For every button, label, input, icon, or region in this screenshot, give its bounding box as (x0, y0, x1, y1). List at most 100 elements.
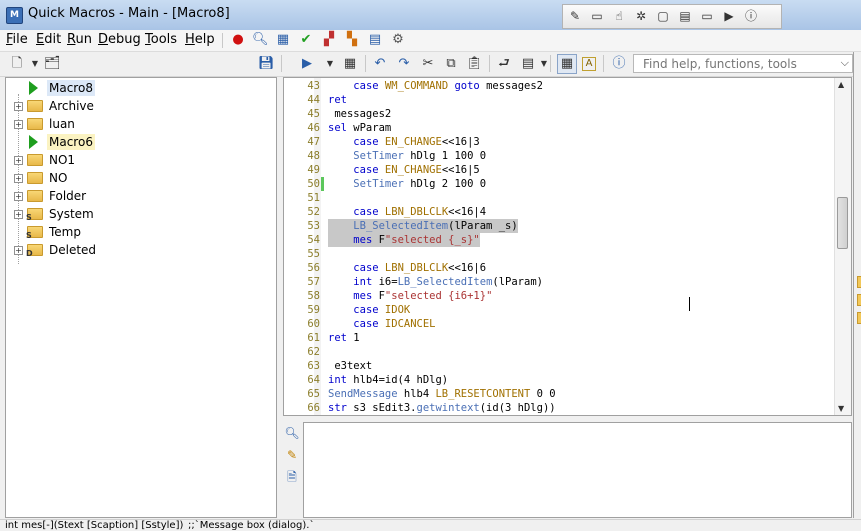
chevron-down-icon[interactable]: ▼ (27, 56, 43, 72)
properties-icon[interactable]: ▚ (344, 32, 360, 48)
save-icon[interactable]: 💾︎ (258, 56, 275, 72)
code-line[interactable]: 64 int hlb4=id(4 hDlg) (284, 373, 832, 387)
expand-icon[interactable]: + (14, 174, 23, 183)
keyboard-icon[interactable]: ▭ (589, 8, 605, 24)
tree-item-deleted[interactable]: + D Deleted (6, 241, 276, 259)
tree-item-macro8[interactable]: Macro8 (6, 79, 276, 97)
run-icon[interactable]: ▶ (721, 8, 737, 24)
calendar-icon[interactable]: ▦ (275, 32, 291, 48)
code-line[interactable]: 57 int i6=LB_SelectedItem(lParam) (284, 275, 832, 289)
redo-icon[interactable]: ↷ (396, 56, 412, 72)
menu-run[interactable]: Run (67, 32, 92, 48)
find-icon[interactable]: 🔍︎ (252, 32, 269, 48)
tree-item-system[interactable]: + S System (6, 205, 276, 223)
cut-icon[interactable]: ✂ (420, 56, 436, 72)
info-icon[interactable]: ⓘ (743, 8, 759, 24)
tree-item-luan[interactable]: + luan (6, 115, 276, 133)
code-line[interactable]: 60 case IDCANCEL (284, 317, 832, 331)
expand-icon[interactable]: + (14, 246, 23, 255)
find-icon[interactable]: 🔍︎ (284, 425, 300, 441)
help-document-icon[interactable]: 🗎 (284, 469, 300, 485)
wait-icon[interactable]: ✲ (633, 8, 649, 24)
code-line[interactable]: 66 str s3 sEdit3.getwintext(id(3 hDlg)) (284, 401, 832, 415)
mouse-icon[interactable]: ✎ (567, 8, 583, 24)
code-line[interactable]: 44 ret (284, 93, 832, 107)
properties-icon[interactable]: 🗂 (44, 56, 61, 72)
code-line[interactable]: 62 (284, 345, 832, 359)
check-icon[interactable]: ✔ (298, 32, 314, 48)
code-line[interactable]: 45 messages2 (284, 107, 832, 121)
editor-scrollbar[interactable]: ▲ ▼ (834, 78, 851, 415)
code-line[interactable]: 49 case EN_CHANGE<<16|5 (284, 163, 832, 177)
menu-file[interactable]: File (6, 32, 28, 48)
indent-icon[interactable]: ▤ (520, 56, 536, 72)
expand-icon[interactable]: + (14, 192, 23, 201)
macro-tree[interactable]: Macro8 + Archive + luan Macro6 + NO1 + NO + Folder +… (5, 77, 277, 518)
tree-item-label: Macro8 (47, 80, 95, 96)
expand-icon[interactable]: + (14, 120, 23, 129)
options-icon[interactable]: ▤ (367, 32, 383, 48)
chevron-down-icon[interactable]: ⌵ (841, 56, 849, 70)
code-line[interactable]: 46 sel wParam (284, 121, 832, 135)
record-macro-icon[interactable]: ▦ (342, 56, 358, 72)
code-line[interactable]: 53 LB_SelectedItem(lParam _s) (284, 219, 832, 233)
tips-icon[interactable]: ✎ (284, 447, 300, 463)
window-icon[interactable]: ▢ (655, 8, 671, 24)
expand-icon[interactable]: + (14, 156, 23, 165)
components-icon[interactable]: ▞ (321, 32, 337, 48)
tree-item-label: Macro6 (47, 134, 95, 150)
hand-icon[interactable]: ☝ (611, 8, 627, 24)
code-line[interactable]: 51 (284, 191, 832, 205)
expand-icon[interactable]: + (14, 210, 23, 219)
code-text: e3text (328, 360, 373, 372)
tree-item-macro6[interactable]: Macro6 (6, 133, 276, 151)
scroll-down-icon[interactable]: ▼ (838, 404, 844, 413)
menu-edit[interactable]: Edit (36, 32, 61, 48)
undo-icon[interactable]: ↶ (372, 56, 388, 72)
line-number: 46 (307, 122, 320, 134)
tree-item-temp[interactable]: S Temp (6, 223, 276, 241)
text-icon[interactable]: ▭ (699, 8, 715, 24)
help-search-box[interactable]: ⌵ (633, 54, 853, 73)
code-line[interactable]: 47 case EN_CHANGE<<16|3 (284, 135, 832, 149)
code-line[interactable]: 56 case LBN_DBLCLK<<16|6 (284, 261, 832, 275)
text-style-icon[interactable]: A (582, 57, 596, 71)
code-line[interactable]: 63 e3text (284, 359, 832, 373)
code-line[interactable]: 61 ret 1 (284, 331, 832, 345)
copy-icon[interactable]: ⧉ (443, 56, 459, 72)
code-line[interactable]: 55 (284, 247, 832, 261)
code-line[interactable]: 54 mes F"selected {_s}" (284, 233, 832, 247)
code-line[interactable]: 52 case LBN_DBLCLK<<16|4 (284, 205, 832, 219)
record-icon[interactable]: ● (230, 32, 246, 48)
output-panel[interactable] (303, 422, 852, 518)
gear-clock-icon[interactable]: ⚙ (390, 32, 406, 48)
code-line[interactable]: 58 mes F"selected {i6+1}" (284, 289, 832, 303)
menu-help[interactable]: Help (185, 32, 215, 48)
dialog-icon[interactable]: ▦ (559, 56, 575, 72)
run-dropdown-icon[interactable]: ▼ (322, 56, 338, 72)
expand-icon[interactable]: + (14, 102, 23, 111)
scroll-thumb[interactable] (837, 197, 848, 249)
tree-item-no1[interactable]: + NO1 (6, 151, 276, 169)
code-line[interactable]: 43 case WM_COMMAND goto messages2 (284, 79, 832, 93)
code-line[interactable]: 48 SetTimer hDlg 1 100 0 (284, 149, 832, 163)
run-icon[interactable]: ▶ (299, 56, 315, 72)
code-line[interactable]: 50 SetTimer hDlg 2 100 0 (284, 177, 832, 191)
line-number: 62 (307, 346, 320, 358)
scroll-up-icon[interactable]: ▲ (838, 80, 844, 89)
paste-icon[interactable]: 📋︎ (466, 56, 483, 72)
comment-icon[interactable]: ⮐ (496, 56, 512, 72)
control-icon[interactable]: ▤ (677, 8, 693, 24)
tree-item-archive[interactable]: + Archive (6, 97, 276, 115)
folder-icon (27, 190, 43, 202)
new-file-icon[interactable]: 🗋 (9, 56, 25, 72)
tree-item-no[interactable]: + NO (6, 169, 276, 187)
code-line[interactable]: 65 SendMessage hlb4 LB_RESETCONTENT 0 0 (284, 387, 832, 401)
code-line[interactable]: 59 case IDOK (284, 303, 832, 317)
help-search-input[interactable] (634, 55, 843, 72)
tree-item-folder[interactable]: + Folder (6, 187, 276, 205)
code-editor[interactable]: 43 case WM_COMMAND goto messages2 44 ret 45… (283, 77, 852, 416)
menu-debug[interactable]: Debug (98, 32, 141, 48)
menu-tools[interactable]: Tools (145, 32, 177, 48)
help-icon[interactable]: ⓘ (611, 56, 627, 72)
